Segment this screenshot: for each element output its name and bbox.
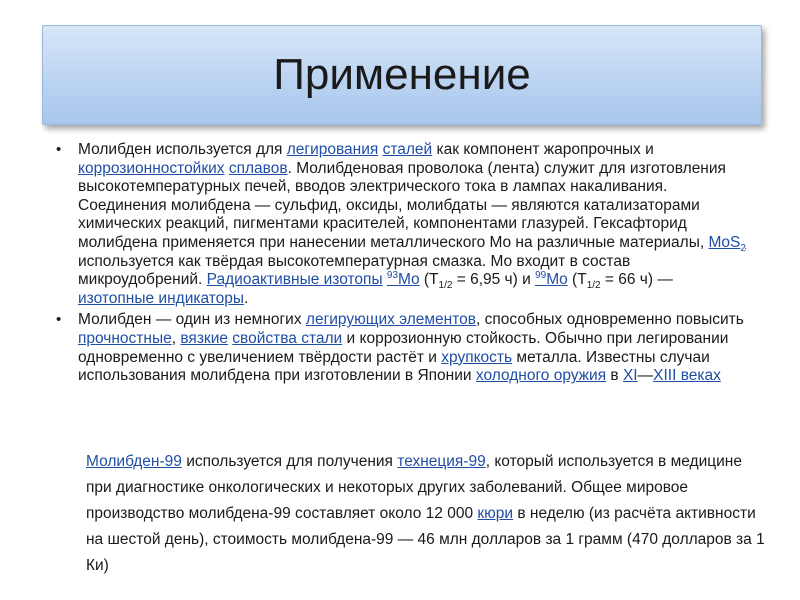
text: (T xyxy=(567,271,587,289)
text: используется для получения xyxy=(181,453,398,470)
link-isotope-indicators[interactable]: изотопные индикаторы xyxy=(78,290,244,307)
link-mos2[interactable]: MoS2 xyxy=(708,233,746,255)
link-steel-properties[interactable]: свойства стали xyxy=(232,330,342,347)
link-molybdenum-99[interactable]: Молибден-99 xyxy=(86,453,182,470)
text: — xyxy=(637,367,654,385)
link-text: Mo xyxy=(546,271,568,289)
link-alloys[interactable]: сплавов xyxy=(229,160,288,177)
text: = 6,95 ч) и xyxy=(452,271,536,289)
bullet-list: • Молибден используется для легирования … xyxy=(52,141,752,389)
link-technetium-99[interactable]: технеция-99 xyxy=(397,453,485,470)
link-mo-93[interactable]: 93Mo xyxy=(386,270,420,289)
link-mo-99[interactable]: 99Mo xyxy=(535,270,568,289)
superscript: 93 xyxy=(386,270,399,281)
superscript: 99 xyxy=(535,270,547,281)
text: Молибден используется для xyxy=(78,141,287,158)
title-banner: Применение xyxy=(42,25,762,125)
bullet-item-usage: • Молибден используется для легирования … xyxy=(52,141,752,308)
bullet-icon: • xyxy=(56,141,62,158)
slide-title: Применение xyxy=(273,50,531,99)
link-text: MoS xyxy=(708,233,741,251)
link-century-xiii[interactable]: XIII веках xyxy=(653,367,721,384)
link-curie[interactable]: кюри xyxy=(477,505,513,522)
text: = 66 ч) — xyxy=(600,271,673,289)
link-brittleness[interactable]: хрупкость xyxy=(441,349,512,366)
subscript: 1/2 xyxy=(438,280,453,292)
text: Молибден — один из немногих xyxy=(78,311,306,329)
link-steels[interactable]: сталей xyxy=(383,141,433,158)
text: (T xyxy=(419,271,439,289)
link-alloying-elements[interactable]: легирующих элементов xyxy=(306,311,476,328)
text: , способных одновременно повысить xyxy=(476,311,744,329)
text: в xyxy=(606,367,623,385)
subscript: 2 xyxy=(740,243,746,255)
subscript: 1/2 xyxy=(586,280,601,292)
bullet-item-alloying: • Молибден — один из немногих легирующих… xyxy=(52,311,752,385)
bullet-icon: • xyxy=(56,311,62,329)
link-strength[interactable]: прочностные xyxy=(78,330,172,347)
link-text: Mo xyxy=(398,271,420,289)
note-paragraph: Молибден-99 используется для получения т… xyxy=(86,449,766,579)
link-alloying[interactable]: легирования xyxy=(287,141,379,158)
link-century-xi[interactable]: XI xyxy=(623,367,638,384)
text: . xyxy=(244,289,249,307)
link-radioactive-isotopes[interactable]: Радиоактивные изотопы xyxy=(207,271,383,288)
link-corrosion-resistant[interactable]: коррозионностойких xyxy=(78,160,225,177)
link-viscous[interactable]: вязкие xyxy=(180,330,228,347)
link-cold-weapons[interactable]: холодного оружия xyxy=(476,367,606,384)
molybdenum-99-note: Молибден-99 используется для получения т… xyxy=(86,449,766,579)
text: как компонент жаропрочных и xyxy=(432,141,654,158)
